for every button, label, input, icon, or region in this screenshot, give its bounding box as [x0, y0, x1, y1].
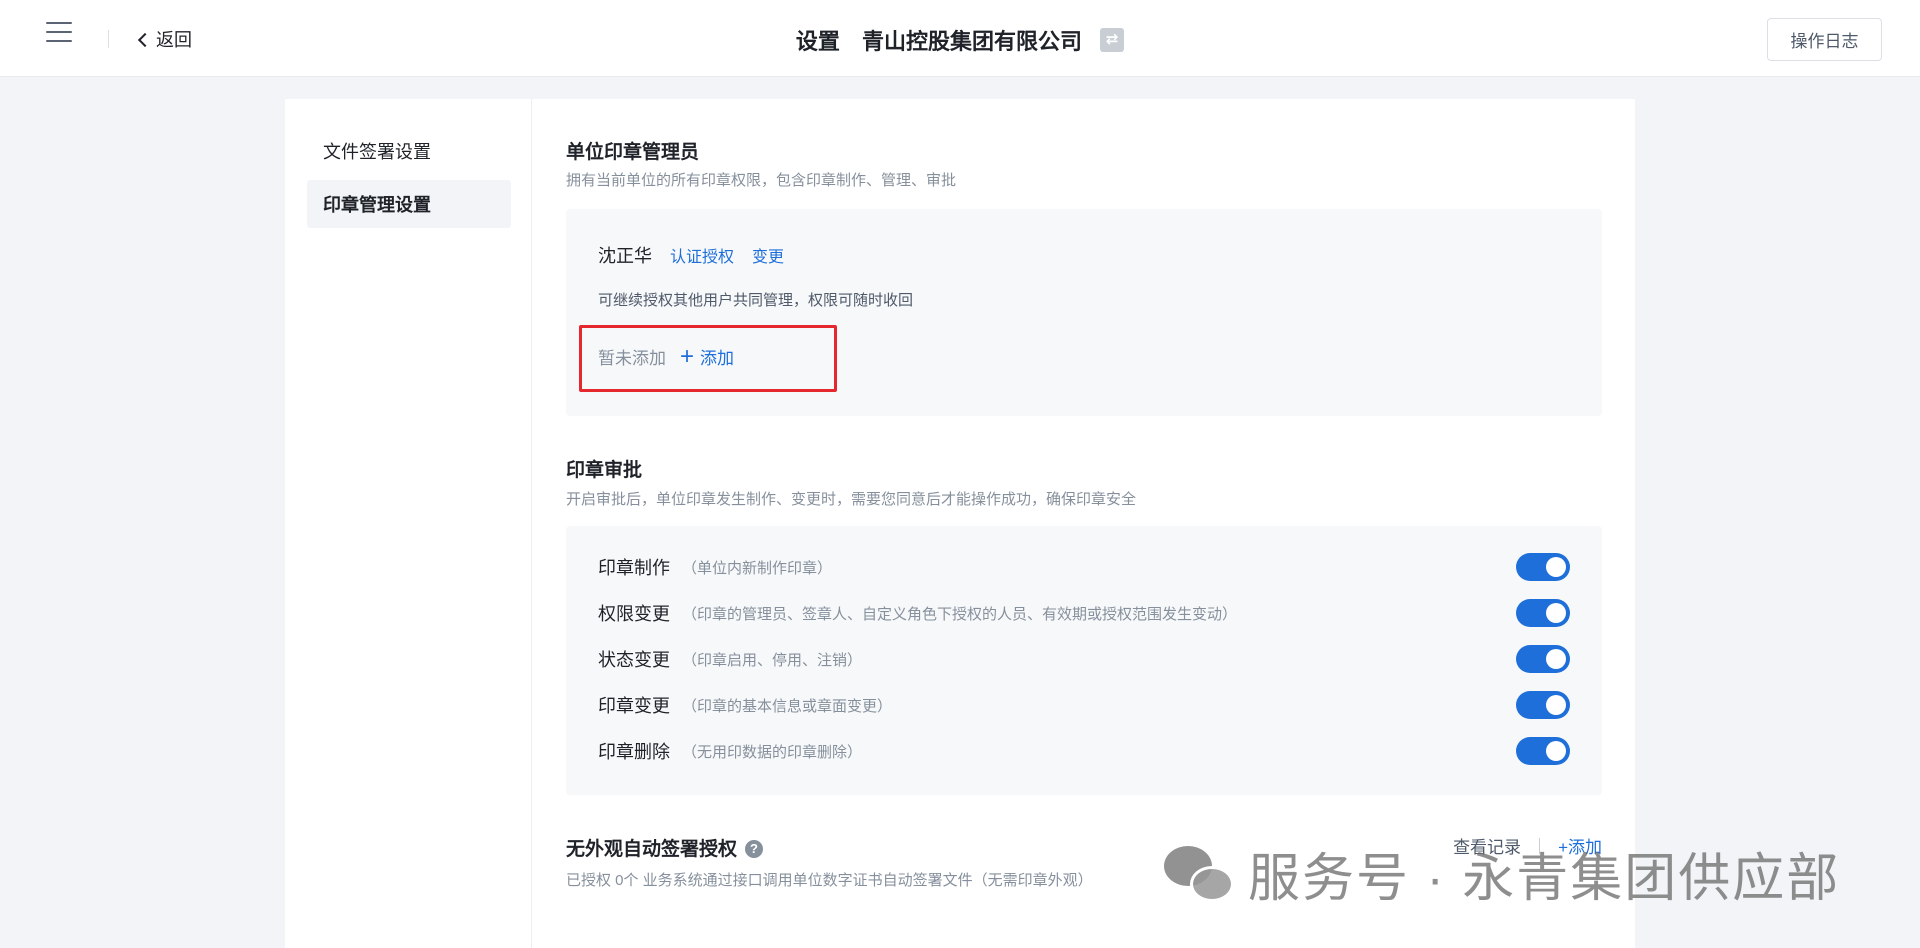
auto-sign-actions: 查看记录 +添加 [1453, 833, 1602, 858]
approval-row-seal-create: 印章制作 （单位内新制作印章） [598, 549, 1570, 585]
approval-desc: （印章的管理员、签章人、自定义角色下授权的人员、有效期或授权范围发生变动） [682, 605, 1238, 623]
add-label: 添加 [700, 349, 735, 368]
auto-sign-title: 无外观自动签署授权 [566, 839, 738, 860]
settings-panel: 文件签署设置 印章管理设置 单位印章管理员 拥有当前单位的所有印章权限，包含印章… [285, 99, 1635, 948]
approval-card: 印章制作 （单位内新制作印章） 权限变更 （印章的管理员、签章人、自定义角色下授… [566, 526, 1602, 795]
admin-card: 沈正华 认证授权 变更 可继续授权其他用户共同管理，权限可随时收回 暂未添加 +… [566, 209, 1602, 416]
page-title: 设置 [795, 29, 840, 54]
admin-row: 沈正华 认证授权 变更 [598, 242, 784, 268]
approval-row-seal-change: 印章变更 （印章的基本信息或章面变更） [598, 687, 1570, 723]
approval-desc: （无用印数据的印章删除） [682, 743, 863, 761]
plus-icon: + [680, 342, 695, 370]
approval-desc: （单位内新制作印章） [682, 559, 833, 577]
admin-name: 沈正华 [598, 246, 652, 266]
sidebar-item-file-signing[interactable]: 文件签署设置 [307, 127, 511, 175]
approval-toggle-seal-change[interactable] [1516, 691, 1570, 719]
approval-toggle-status-change[interactable] [1516, 645, 1570, 673]
co-admin-row: 暂未添加 + 添加 [598, 344, 734, 369]
company-name: 青山控股集团有限公司 [862, 29, 1083, 54]
change-admin-link[interactable]: 变更 [752, 243, 784, 267]
approval-row-status-change: 状态变更 （印章启用、停用、注销） [598, 641, 1570, 677]
approval-toggle-seal-delete[interactable] [1516, 737, 1570, 765]
approval-label: 印章变更 [598, 696, 670, 716]
operation-log-button[interactable]: 操作日志 [1767, 18, 1882, 61]
approval-desc: （印章启用、停用、注销） [682, 651, 863, 669]
admin-section-title: 单位印章管理员 [566, 142, 700, 163]
view-records-link[interactable]: 查看记录 [1453, 833, 1521, 858]
approval-section-title: 印章审批 [566, 460, 643, 481]
approval-toggle-seal-create[interactable] [1516, 553, 1570, 581]
approval-row-permission-change: 权限变更 （印章的管理员、签章人、自定义角色下授权的人员、有效期或授权范围发生变… [598, 595, 1570, 631]
auth-link[interactable]: 认证授权 [670, 243, 734, 267]
approval-label: 印章删除 [598, 742, 670, 762]
approval-label: 权限变更 [598, 604, 670, 624]
action-divider [1539, 837, 1541, 854]
approval-label: 状态变更 [598, 650, 670, 670]
approval-section-desc: 开启审批后，单位印章发生制作、变更时，需要您同意后才能操作成功，确保印章安全 [566, 491, 1137, 508]
help-icon[interactable]: ? [745, 840, 764, 858]
sidebar-item-seal-management[interactable]: 印章管理设置 [307, 180, 511, 228]
auto-sign-section-desc: 已授权 0个 业务系统通过接口调用单位数字证书自动签署文件（无需印章外观） [566, 872, 1093, 889]
add-auto-sign-button[interactable]: +添加 [1558, 833, 1602, 858]
page-title-area: 设置 青山控股集团有限公司 [0, 24, 1920, 56]
settings-sidebar: 文件签署设置 印章管理设置 [285, 99, 532, 948]
approval-label: 印章制作 [598, 558, 670, 578]
admin-hint: 可继续授权其他用户共同管理，权限可随时收回 [598, 292, 914, 309]
auto-sign-section-title: 无外观自动签署授权? [566, 834, 764, 861]
approval-row-seal-delete: 印章删除 （无用印数据的印章删除） [598, 733, 1570, 769]
top-bar: 返回 设置 青山控股集团有限公司 操作日志 [0, 0, 1920, 77]
add-co-admin-button[interactable]: + 添加 [680, 344, 734, 369]
pending-text: 暂未添加 [598, 349, 666, 368]
admin-section-desc: 拥有当前单位的所有印章权限，包含印章制作、管理、审批 [566, 172, 957, 189]
approval-desc: （印章的基本信息或章面变更） [682, 697, 893, 715]
approval-toggle-permission-change[interactable] [1516, 599, 1570, 627]
switch-company-icon[interactable] [1100, 28, 1125, 52]
